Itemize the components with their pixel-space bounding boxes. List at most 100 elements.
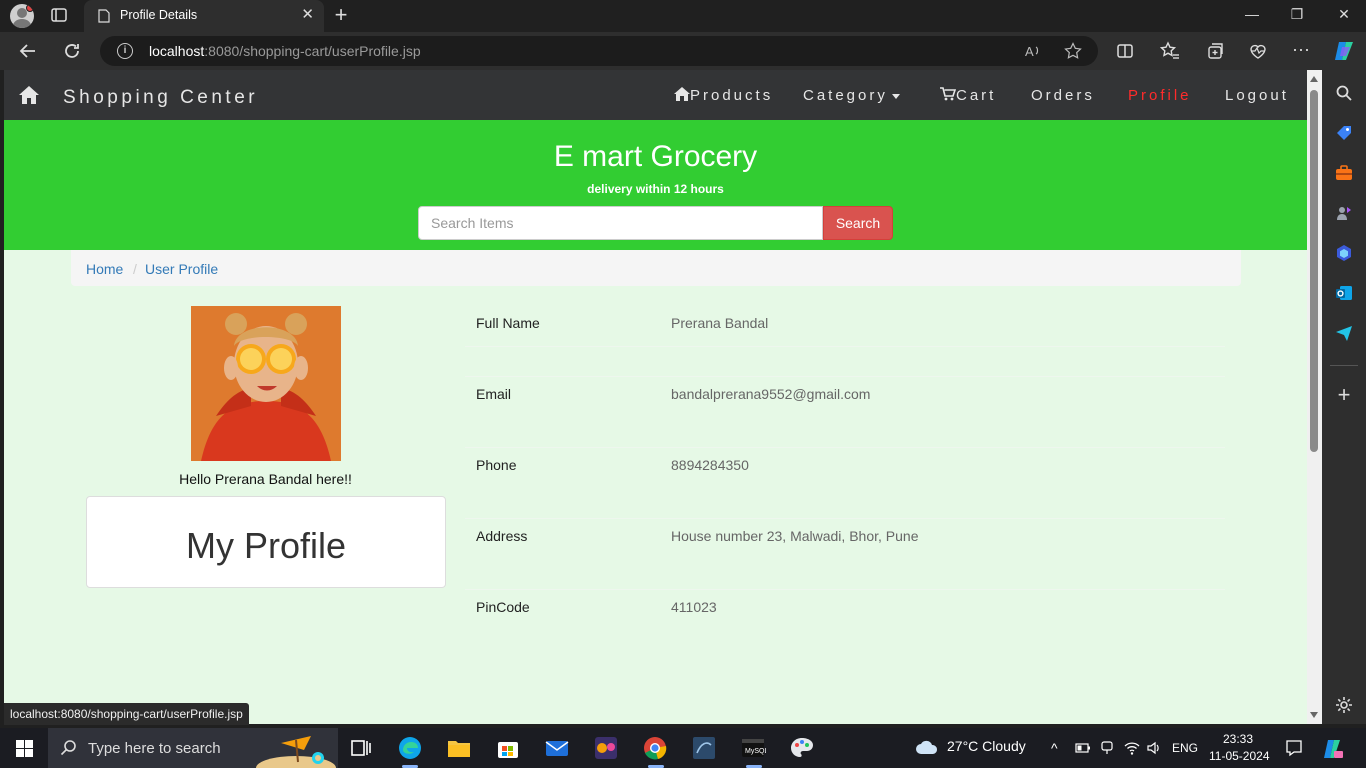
page-viewport: Shopping Center Products Category Cart O… [4, 70, 1307, 724]
paint-app-icon[interactable] [789, 735, 815, 761]
info-label: Email [476, 386, 512, 402]
home-icon[interactable] [18, 85, 40, 105]
svg-text:A: A [1025, 44, 1034, 59]
breadcrumb-separator: / [133, 261, 137, 277]
site-navbar: Shopping Center Products Category Cart O… [4, 70, 1307, 120]
search-input[interactable] [418, 206, 823, 240]
add-icon[interactable]: + [1335, 384, 1353, 406]
search-button[interactable]: Search [823, 206, 893, 240]
info-value: 8894284350 [671, 457, 749, 473]
copilot-sidebar-icon[interactable] [1335, 244, 1353, 262]
clock-date[interactable]: 11-05-2024 [1209, 749, 1270, 763]
status-bar-url: localhost:8080/shopping-cart/userProfile… [4, 703, 249, 725]
tools-icon[interactable] [1335, 164, 1353, 182]
hero-banner: E mart Grocery delivery within 12 hours … [4, 120, 1307, 250]
svg-text:MySQL: MySQL [745, 748, 766, 755]
read-aloud-icon[interactable]: A [1024, 42, 1042, 60]
restore-icon[interactable]: ❐ [1287, 6, 1307, 23]
tab-actions-icon[interactable] [50, 6, 70, 26]
profile-card-title: My Profile [185, 525, 347, 566]
profile-greeting: Hello Prerana Bandal here!! [179, 471, 352, 487]
games-icon[interactable] [1335, 204, 1353, 222]
scroll-up-icon[interactable] [1310, 76, 1318, 82]
taskbar-search-placeholder: Type here to search [88, 740, 221, 757]
weather-text[interactable]: 27°C Cloudy [947, 738, 1026, 754]
breadcrumb-current[interactable]: User Profile [145, 261, 218, 277]
info-value: House number 23, Malwadi, Bhor, Pune [671, 528, 919, 544]
tab-close-icon[interactable]: ✕ [301, 7, 314, 23]
nav-category[interactable]: Category [803, 87, 900, 104]
scroll-thumb[interactable] [1310, 90, 1318, 452]
file-explorer-icon[interactable] [446, 735, 472, 761]
nav-cart[interactable]: Cart [940, 87, 996, 104]
nav-logout[interactable]: Logout [1225, 87, 1289, 104]
search-icon[interactable] [1335, 84, 1353, 102]
profile-avatar-icon[interactable] [10, 4, 34, 28]
edge-app-icon[interactable] [397, 735, 423, 761]
nav-orders[interactable]: Orders [1031, 87, 1095, 104]
back-icon[interactable] [18, 41, 38, 61]
close-window-icon[interactable]: ✕ [1334, 6, 1354, 23]
mail-app-icon[interactable] [544, 735, 570, 761]
game-app-icon[interactable] [593, 735, 619, 761]
volume-icon[interactable] [1146, 740, 1162, 756]
favorite-star-icon[interactable] [1064, 42, 1082, 60]
refresh-icon[interactable] [62, 41, 82, 61]
url-text[interactable]: localhost:8080/shopping-cart/userProfile… [149, 43, 421, 59]
breadcrumb-home[interactable]: Home [86, 261, 123, 277]
site-brand[interactable]: Shopping Center [63, 87, 258, 109]
profile-card: My Profile [86, 496, 446, 588]
weather-cloud-icon [916, 740, 938, 754]
new-tab-icon[interactable]: + [330, 4, 352, 26]
profile-content: Home / User Profile Hello Prerana Bandal… [4, 250, 1307, 724]
clock-time[interactable]: 23:33 [1223, 732, 1253, 746]
meet-icon[interactable] [1100, 740, 1114, 756]
copilot-taskbar-icon[interactable] [1322, 738, 1344, 760]
info-value: bandalprerana9552@gmail.com [671, 386, 871, 402]
info-label: PinCode [476, 599, 530, 615]
page-scrollbar[interactable] [1307, 70, 1322, 724]
battery-icon[interactable] [1075, 742, 1091, 754]
store-title: E mart Grocery [553, 140, 758, 173]
store-app-icon[interactable] [495, 735, 521, 761]
search-icon [60, 740, 76, 756]
more-menu-icon[interactable]: ··· [1292, 40, 1312, 61]
scroll-down-icon[interactable] [1310, 712, 1318, 718]
breadcrumb: Home / User Profile [71, 250, 1241, 286]
mysql-console-icon[interactable]: MySQL [740, 735, 766, 761]
gear-icon[interactable] [1335, 696, 1353, 714]
send-icon[interactable] [1335, 324, 1353, 342]
notification-icon[interactable] [1285, 739, 1303, 757]
edge-sidebar: + [1322, 70, 1366, 724]
mysql-workbench-icon[interactable] [691, 735, 717, 761]
collections-icon[interactable] [1205, 41, 1225, 61]
store-subtitle: delivery within 12 hours [587, 182, 724, 196]
tab-title: Profile Details [120, 8, 198, 22]
tray-chevron-up-icon[interactable]: ^ [1051, 740, 1058, 756]
address-bar[interactable]: i localhost:8080/shopping-cart/userProfi… [100, 36, 1098, 66]
outlook-icon[interactable] [1335, 284, 1353, 302]
browser-essentials-icon[interactable] [1248, 41, 1268, 61]
info-row-phone: Phone 8894284350 [465, 448, 1225, 519]
info-row-email: Email bandalprerana9552@gmail.com [465, 377, 1225, 448]
split-screen-icon[interactable] [1115, 41, 1135, 61]
profile-photo [191, 306, 341, 461]
language-indicator[interactable]: ENG [1172, 741, 1198, 755]
favorites-icon[interactable] [1160, 41, 1180, 61]
info-label: Phone [476, 457, 517, 473]
task-view-icon[interactable] [348, 735, 374, 761]
wifi-icon[interactable] [1124, 740, 1140, 756]
info-label: Address [476, 528, 528, 544]
shopping-tag-icon[interactable] [1335, 124, 1353, 142]
page-icon [98, 9, 110, 23]
nav-profile[interactable]: Profile [1128, 87, 1192, 104]
copilot-icon[interactable] [1332, 39, 1356, 63]
windows-start-icon[interactable] [16, 740, 33, 757]
nav-products[interactable]: Products [674, 87, 773, 104]
home-small-icon [674, 87, 690, 101]
minimize-icon[interactable]: — [1242, 6, 1262, 22]
taskbar-search[interactable]: Type here to search [48, 728, 338, 768]
site-info-icon[interactable]: i [117, 43, 133, 59]
active-tab[interactable]: Profile Details ✕ [84, 0, 324, 32]
chrome-app-icon[interactable] [642, 735, 668, 761]
